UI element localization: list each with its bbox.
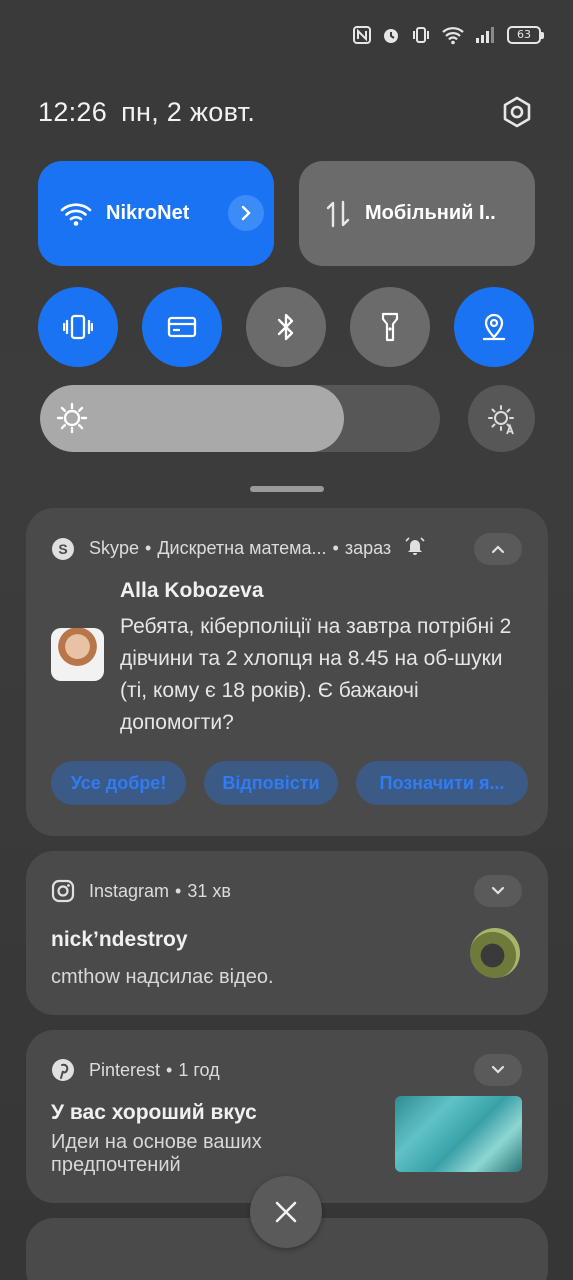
panel-drag-handle[interactable]: [250, 486, 324, 492]
wifi-details-button[interactable]: [228, 195, 264, 231]
collapse-button[interactable]: [474, 533, 522, 565]
svg-text:S: S: [58, 541, 67, 557]
signal-icon: [475, 26, 497, 44]
wifi-network-name: NikroNet: [106, 202, 190, 224]
message-text: Ребята, кіберполіції на завтра потрібні …: [120, 615, 512, 734]
wifi-icon: [60, 202, 92, 226]
wifi-tile[interactable]: NikroNet: [38, 161, 274, 266]
notification-time: 31 хв: [187, 880, 231, 901]
notification-header: Instagram • 31 хв: [51, 879, 523, 903]
datetime: 12:26 пн, 2 жовт.: [38, 97, 255, 128]
clock-date: пн, 2 жовт.: [121, 96, 256, 127]
action-buttons: Усе добре! Відповісти Позначити я...: [51, 761, 528, 805]
brightness-slider[interactable]: [40, 385, 440, 452]
flashlight-icon: [381, 312, 399, 342]
card-icon: [167, 316, 197, 338]
location-icon: [482, 313, 506, 341]
settings-button[interactable]: [497, 92, 537, 132]
separator-dot: •: [332, 538, 339, 558]
sender-name: Alla Kobozeva: [120, 579, 264, 602]
chevron-up-icon: [491, 545, 505, 554]
clear-all-button[interactable]: [250, 1176, 322, 1248]
notification-thumbnail: [395, 1096, 522, 1172]
bluetooth-icon: [277, 313, 294, 341]
action-button-ok[interactable]: Усе добре!: [51, 761, 186, 805]
app-name: Instagram: [89, 880, 170, 901]
skype-icon: S: [51, 537, 75, 561]
alert-bell-icon: [405, 536, 425, 561]
instagram-icon: [51, 879, 75, 903]
flashlight-toggle[interactable]: [350, 287, 430, 367]
alarm-icon: [381, 25, 401, 45]
notification-header: S Skype • Дискретна матема... • зараз: [51, 536, 523, 561]
pinterest-icon: [51, 1058, 75, 1082]
conversation-name: Дискретна матема...: [157, 538, 327, 558]
action-button-mark-read[interactable]: Позначити я...: [356, 761, 528, 805]
expand-button[interactable]: [474, 875, 522, 907]
clock-time: 12:26: [38, 96, 108, 127]
separator-dot: •: [166, 1059, 173, 1080]
card-toggle[interactable]: [142, 287, 222, 367]
notification-text: cmthow надсилає відео.: [51, 966, 274, 988]
expand-button[interactable]: [474, 1054, 522, 1086]
notification-time: 1 год: [178, 1059, 220, 1080]
avatar: [51, 628, 104, 681]
location-toggle[interactable]: [454, 287, 534, 367]
app-name: Skype: [89, 538, 140, 558]
avatar: [470, 928, 520, 978]
notification-title: У вас хороший вкус: [51, 1101, 257, 1124]
notification-time: зараз: [344, 538, 392, 558]
brightness-icon: [56, 402, 88, 439]
auto-brightness-button[interactable]: [468, 385, 535, 452]
notification-title: nick’ndestroy: [51, 928, 188, 951]
vibrate-icon: [63, 314, 93, 340]
notification-skype[interactable]: S Skype • Дискретна матема... • зараз Al…: [26, 508, 548, 836]
bluetooth-toggle[interactable]: [246, 287, 326, 367]
notification-instagram[interactable]: Instagram • 31 хв nick’ndestroy cmthow н…: [26, 851, 548, 1015]
battery-level: 63: [517, 28, 531, 41]
gear-icon: [503, 96, 531, 128]
notification-text: Идеи на основе ваших предпочтений: [51, 1131, 262, 1176]
status-bar: 63: [353, 20, 544, 50]
chevron-down-icon: [491, 886, 505, 895]
wifi-icon: [441, 25, 465, 45]
separator-dot: •: [145, 538, 152, 558]
app-name: Pinterest: [89, 1059, 161, 1080]
chevron-right-icon: [241, 205, 251, 221]
close-icon: [275, 1201, 297, 1223]
mobile-data-label: Мобільний І..: [365, 202, 496, 224]
auto-brightness-icon: [487, 404, 514, 434]
chevron-down-icon: [491, 1065, 505, 1074]
mobile-data-icon: [326, 200, 350, 227]
nfc-icon: [353, 26, 371, 44]
notification-header: Pinterest • 1 год: [51, 1058, 523, 1082]
separator-dot: •: [175, 880, 182, 901]
clock-row: 12:26 пн, 2 жовт.: [38, 92, 537, 132]
vibrate-icon: [411, 25, 431, 45]
action-button-reply[interactable]: Відповісти: [204, 761, 338, 805]
vibrate-toggle[interactable]: [38, 287, 118, 367]
mobile-data-tile[interactable]: Мобільний І..: [299, 161, 535, 266]
battery-icon: 63: [507, 26, 544, 44]
